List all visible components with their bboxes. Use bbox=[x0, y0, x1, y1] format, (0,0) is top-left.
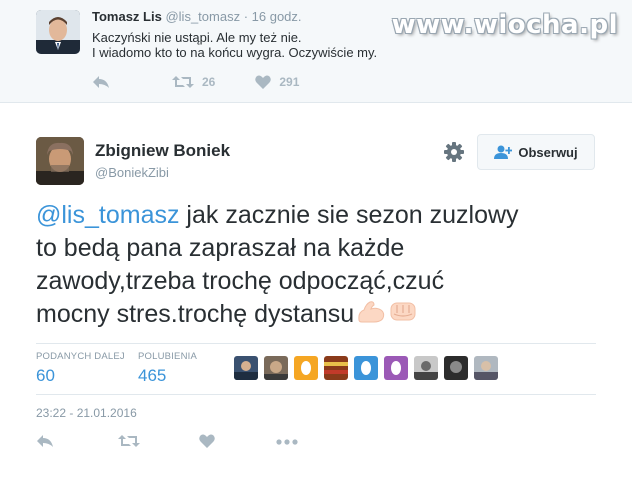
tweet-line: Kaczyński nie ustąpi. Ale my też nie. bbox=[92, 30, 302, 45]
retweet-button[interactable]: 26 bbox=[172, 75, 215, 89]
like-button[interactable] bbox=[199, 434, 215, 448]
retweet-icon bbox=[172, 76, 194, 88]
follow-button[interactable]: Obserwuj bbox=[477, 134, 595, 170]
author-name[interactable]: Tomasz Lis bbox=[92, 9, 162, 24]
parent-header: Tomasz Lis @lis_tomasz · 16 godz. bbox=[92, 9, 302, 24]
follow-label: Obserwuj bbox=[518, 144, 578, 160]
liker-avatar[interactable] bbox=[234, 356, 258, 380]
reply-icon bbox=[93, 76, 109, 88]
like-count: 291 bbox=[279, 75, 300, 89]
avatar[interactable] bbox=[36, 10, 80, 54]
likers-avatars bbox=[234, 356, 504, 380]
main-actions bbox=[36, 434, 336, 458]
more-button[interactable] bbox=[276, 439, 298, 445]
main-tweet: Zbigniew Boniek @BoniekZibi Obserwuj @li… bbox=[0, 103, 632, 480]
flexed-biceps-icon bbox=[356, 298, 386, 333]
liker-avatar[interactable] bbox=[294, 356, 318, 380]
gear-icon bbox=[444, 142, 464, 162]
like-stat-value: 465 bbox=[138, 366, 167, 385]
divider bbox=[36, 343, 596, 344]
add-user-icon bbox=[494, 145, 513, 159]
parent-actions: 26 291 bbox=[92, 70, 299, 94]
liker-avatar[interactable] bbox=[354, 356, 378, 380]
tweet-timestamp[interactable]: · 16 godz. bbox=[244, 9, 302, 24]
tweet-text: Kaczyński nie ustąpi. Ale my też nie. I … bbox=[92, 30, 377, 60]
like-button[interactable]: 291 bbox=[255, 75, 299, 89]
author-name[interactable]: Zbigniew Boniek bbox=[95, 141, 230, 161]
parent-tweet[interactable]: Tomasz Lis @lis_tomasz · 16 godz. Kaczyń… bbox=[0, 0, 632, 102]
tweet-line: @lis_tomasz jak zacznie sie sezon zuzlow… bbox=[36, 199, 596, 232]
mention-link[interactable]: @lis_tomasz bbox=[36, 201, 179, 229]
tweet-line-text: jak zacznie sie sezon zuzlowy bbox=[179, 201, 519, 229]
liker-avatar[interactable] bbox=[414, 356, 438, 380]
retweet-stat-label: PODANYCH DALEJ bbox=[36, 351, 125, 362]
like-stat[interactable]: POLUBIENIA 465 bbox=[138, 351, 197, 386]
like-stat-label: POLUBIENIA bbox=[138, 351, 198, 362]
fist-icon bbox=[388, 298, 418, 333]
watermark: www.wiocha.pl bbox=[391, 10, 618, 40]
more-options-button[interactable] bbox=[443, 141, 465, 163]
liker-avatar[interactable] bbox=[444, 356, 468, 380]
retweet-count: 26 bbox=[202, 75, 216, 89]
retweet-stat[interactable]: PODANYCH DALEJ 60 bbox=[36, 351, 125, 386]
retweet-button[interactable] bbox=[118, 434, 140, 448]
more-dots-icon bbox=[276, 439, 298, 445]
tweet-line: zawody,trzeba trochę odpocząć,czuć bbox=[36, 267, 445, 295]
tweet-line-text: mocny stres.trochę dystansu bbox=[36, 300, 355, 329]
author-handle[interactable]: @lis_tomasz bbox=[165, 9, 240, 24]
retweet-stat-value: 60 bbox=[36, 366, 55, 385]
reply-icon bbox=[37, 435, 53, 447]
reply-button[interactable] bbox=[92, 75, 110, 89]
liker-avatar[interactable] bbox=[324, 356, 348, 380]
tweet-text: @lis_tomasz jak zacznie sie sezon zuzlow… bbox=[36, 199, 596, 333]
heart-icon bbox=[199, 434, 215, 448]
liker-avatar[interactable] bbox=[264, 356, 288, 380]
divider bbox=[36, 394, 596, 395]
tweet-line: mocny stres.trochę dystansu bbox=[36, 298, 596, 333]
tweet-line: I wiadomo kto to na końcu wygra. Oczywiś… bbox=[92, 45, 378, 60]
liker-avatar[interactable] bbox=[384, 356, 408, 380]
avatar[interactable] bbox=[36, 137, 84, 185]
reply-button[interactable] bbox=[36, 434, 54, 448]
heart-icon bbox=[255, 75, 272, 89]
liker-avatar[interactable] bbox=[474, 356, 498, 380]
tweet-date[interactable]: 23:22 - 21.01.2016 bbox=[36, 406, 137, 420]
tweet-line: to bedą pana zapraszał na każde bbox=[36, 234, 405, 262]
author-handle[interactable]: @BoniekZibi bbox=[95, 165, 169, 180]
retweet-icon bbox=[118, 435, 140, 447]
